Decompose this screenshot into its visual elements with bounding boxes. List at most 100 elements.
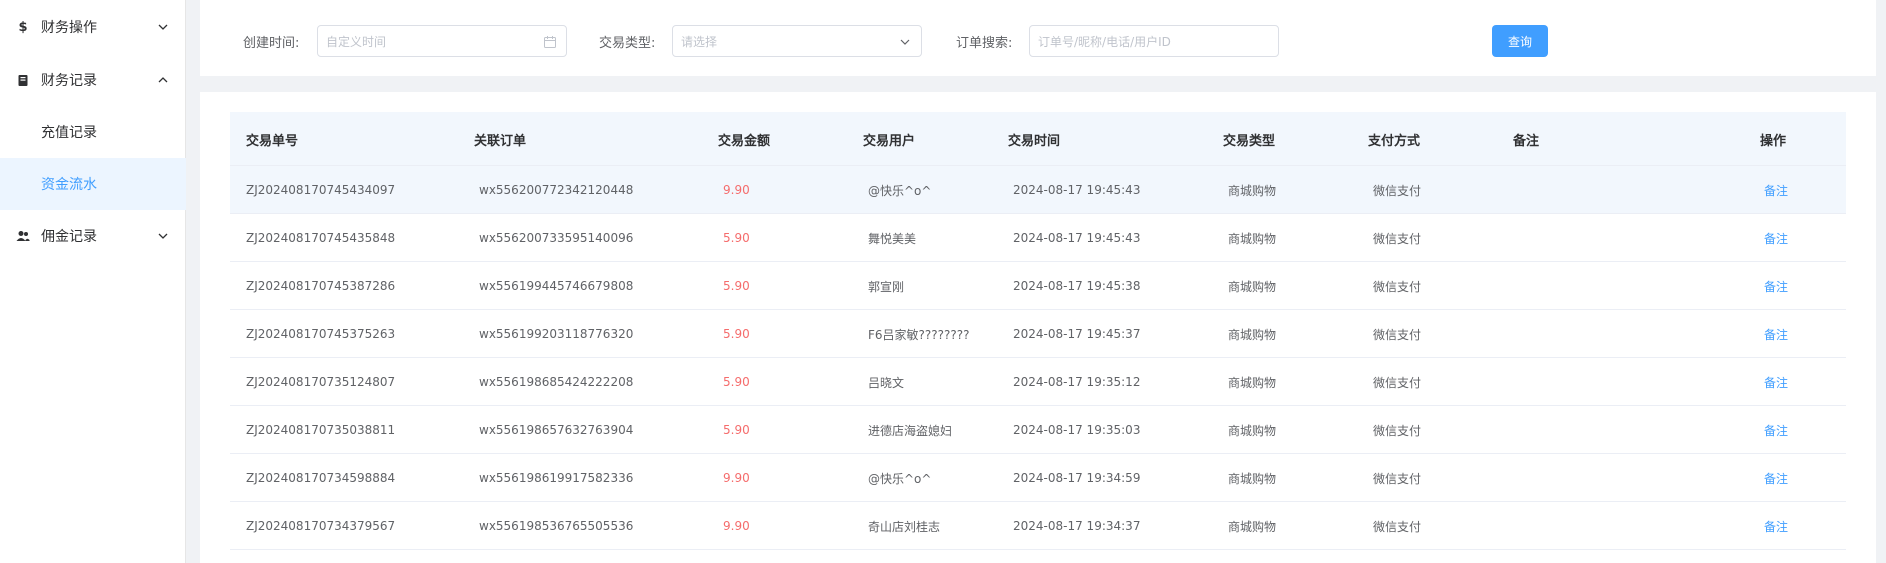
chevron-down-icon xyxy=(900,39,910,45)
menu-label: 财务操作 xyxy=(41,20,97,36)
col-trade-no: 交易单号 xyxy=(246,133,299,149)
cell-trade-no: ZJ202408170734598884 xyxy=(246,471,396,485)
trade-type-select[interactable]: 请选择 xyxy=(672,25,922,57)
table-row: ZJ202408170734379567 wx55619853676550553… xyxy=(230,502,1846,550)
table-row: ZJ202408170734598884 wx55619861991758233… xyxy=(230,454,1846,502)
cell-time: 2024-08-17 19:45:38 xyxy=(1013,279,1141,293)
order-search-placeholder: 订单号/昵称/电话/用户ID xyxy=(1038,34,1171,49)
cell-type: 商城购物 xyxy=(1228,423,1277,438)
cell-trade-no: ZJ202408170745387286 xyxy=(246,279,396,293)
menu-finance-operations[interactable]: $ 财务操作 xyxy=(0,1,186,53)
col-user: 交易用户 xyxy=(863,133,916,149)
cell-user: 进德店海盗媳妇 xyxy=(868,423,953,438)
note-action-link[interactable]: 备注 xyxy=(1764,502,1788,550)
menu-label: 财务记录 xyxy=(41,73,97,89)
col-related-order: 关联订单 xyxy=(474,133,527,149)
cell-amount: 5.90 xyxy=(723,375,750,389)
chevron-down-icon xyxy=(158,233,168,239)
cell-time: 2024-08-17 19:34:59 xyxy=(1013,471,1141,485)
cell-payment: 微信支付 xyxy=(1373,183,1422,198)
cell-trade-no: ZJ202408170745434097 xyxy=(246,183,396,197)
cell-amount: 9.90 xyxy=(723,183,750,197)
cell-payment: 微信支付 xyxy=(1373,375,1422,390)
cell-related-order: wx556198685424222208 xyxy=(479,375,634,389)
table-row: ZJ202408170735124807 wx55619868542422220… xyxy=(230,358,1846,406)
cell-related-order: wx556198619917582336 xyxy=(479,471,634,485)
cell-trade-no: ZJ202408170735038811 xyxy=(246,423,396,437)
cell-payment: 微信支付 xyxy=(1373,279,1422,294)
cell-payment: 微信支付 xyxy=(1373,423,1422,438)
cell-time: 2024-08-17 19:45:37 xyxy=(1013,327,1141,341)
cell-related-order: wx556200733595140096 xyxy=(479,231,634,245)
cell-user: 舞悦美美 xyxy=(868,231,917,246)
cell-payment: 微信支付 xyxy=(1373,471,1422,486)
note-action-link[interactable]: 备注 xyxy=(1764,310,1788,358)
query-button[interactable]: 查询 xyxy=(1492,25,1548,57)
cell-type: 商城购物 xyxy=(1228,327,1277,342)
cell-payment: 微信支付 xyxy=(1373,327,1422,342)
cell-user: F6吕家敏???????? xyxy=(868,327,970,342)
cell-time: 2024-08-17 19:45:43 xyxy=(1013,183,1141,197)
cell-user: 郭宣刚 xyxy=(868,279,905,294)
cell-payment: 微信支付 xyxy=(1373,519,1422,534)
order-search-label: 订单搜索: xyxy=(956,36,1013,51)
cell-amount: 9.90 xyxy=(723,471,750,485)
users-icon xyxy=(16,229,30,243)
cell-user: 吕晓文 xyxy=(868,375,905,390)
table-body: ZJ202408170745434097 wx55620077234212044… xyxy=(230,166,1846,550)
cell-related-order: wx556199203118776320 xyxy=(479,327,634,341)
order-search-input[interactable]: 订单号/昵称/电话/用户ID xyxy=(1029,25,1279,57)
book-icon xyxy=(16,73,30,87)
col-time: 交易时间 xyxy=(1008,133,1061,149)
chevron-up-icon xyxy=(158,77,168,83)
cell-type: 商城购物 xyxy=(1228,519,1277,534)
note-action-link[interactable]: 备注 xyxy=(1764,214,1788,262)
cell-amount: 5.90 xyxy=(723,327,750,341)
cell-time: 2024-08-17 19:35:12 xyxy=(1013,375,1141,389)
chevron-down-icon xyxy=(158,24,168,30)
cell-amount: 5.90 xyxy=(723,279,750,293)
cell-type: 商城购物 xyxy=(1228,375,1277,390)
created-time-picker[interactable]: 自定义时间 xyxy=(317,25,567,57)
cell-payment: 微信支付 xyxy=(1373,231,1422,246)
cell-time: 2024-08-17 19:35:03 xyxy=(1013,423,1141,437)
submenu-label: 资金流水 xyxy=(41,177,97,193)
submenu-label: 充值记录 xyxy=(41,125,97,141)
cell-user: 奇山店刘桂志 xyxy=(868,519,941,534)
note-action-link[interactable]: 备注 xyxy=(1764,454,1788,502)
cell-related-order: wx556198536765505536 xyxy=(479,519,634,533)
cell-amount: 5.90 xyxy=(723,231,750,245)
cell-trade-no: ZJ202408170745435848 xyxy=(246,231,396,245)
table-row: ZJ202408170745387286 wx55619944574667980… xyxy=(230,262,1846,310)
menu-commission-records[interactable]: 佣金记录 xyxy=(0,210,186,262)
cell-user: @快乐^o^ xyxy=(868,183,932,198)
col-action: 操作 xyxy=(1760,133,1787,149)
calendar-icon xyxy=(544,36,556,48)
col-type: 交易类型 xyxy=(1223,133,1276,149)
created-time-label: 创建时间: xyxy=(243,36,300,51)
menu-label: 佣金记录 xyxy=(41,229,97,245)
table-row: ZJ202408170745434097 wx55620077234212044… xyxy=(230,166,1846,214)
note-action-link[interactable]: 备注 xyxy=(1764,262,1788,310)
cell-user: @快乐^o^ xyxy=(868,471,932,486)
cell-related-order: wx556199445746679808 xyxy=(479,279,634,293)
cell-amount: 9.90 xyxy=(723,519,750,533)
cell-trade-no: ZJ202408170734379567 xyxy=(246,519,396,533)
table-row: ZJ202408170735038811 wx55619865763276390… xyxy=(230,406,1846,454)
note-action-link[interactable]: 备注 xyxy=(1764,358,1788,406)
fund-flow-table: 交易单号 关联订单 交易金额 交易用户 交易时间 交易类型 支付方式 备注 操作… xyxy=(230,112,1846,550)
cell-time: 2024-08-17 19:34:37 xyxy=(1013,519,1141,533)
note-action-link[interactable]: 备注 xyxy=(1764,406,1788,454)
table-row: ZJ202408170745435848 wx55620073359514009… xyxy=(230,214,1846,262)
menu-finance-records[interactable]: 财务记录 xyxy=(0,54,186,106)
sidebar: $ 财务操作 财务记录 充值记录 资金流水 佣金记录 xyxy=(0,0,186,563)
cell-type: 商城购物 xyxy=(1228,471,1277,486)
trade-type-label: 交易类型: xyxy=(599,36,656,51)
cell-trade-no: ZJ202408170735124807 xyxy=(246,375,396,389)
submenu-fund-flow[interactable]: 资金流水 xyxy=(0,158,186,210)
table-header: 交易单号 关联订单 交易金额 交易用户 交易时间 交易类型 支付方式 备注 操作 xyxy=(230,112,1846,166)
cell-type: 商城购物 xyxy=(1228,231,1277,246)
note-action-link[interactable]: 备注 xyxy=(1764,166,1788,214)
submenu-recharge-records[interactable]: 充值记录 xyxy=(0,106,186,158)
table-panel: 交易单号 关联订单 交易金额 交易用户 交易时间 交易类型 支付方式 备注 操作… xyxy=(200,92,1876,563)
